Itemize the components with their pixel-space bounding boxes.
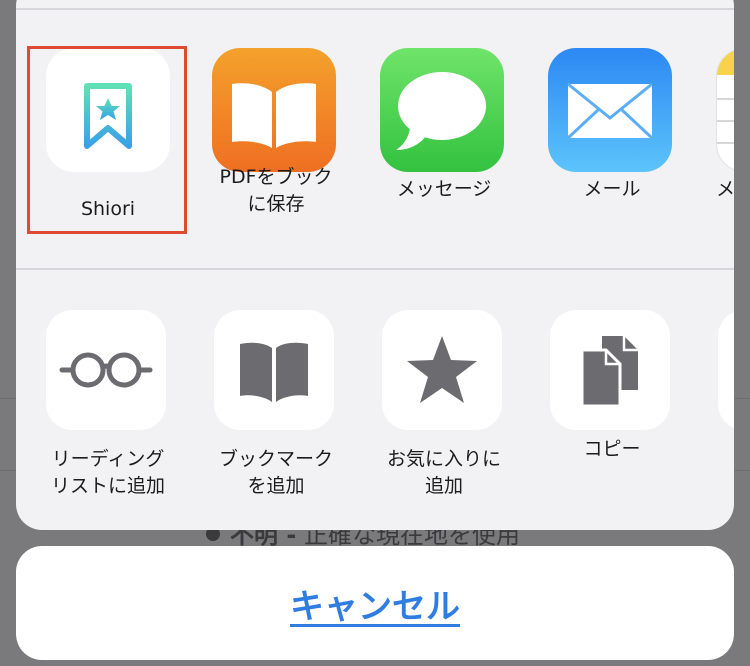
action-label: お気に入りに 追加 bbox=[386, 448, 501, 497]
row-separator bbox=[16, 268, 734, 270]
action-copy[interactable]: コピー bbox=[528, 310, 696, 500]
action-add-favorite[interactable]: お気に入りに 追加 bbox=[360, 310, 528, 500]
app-label: メ bbox=[716, 178, 734, 200]
cancel-button[interactable]: キャンセル bbox=[16, 546, 734, 660]
app-label: PDFをブック に保存 bbox=[219, 166, 333, 215]
action-add-bookmark[interactable]: ブックマーク を追加 bbox=[192, 310, 360, 500]
app-label: メッセージ bbox=[396, 178, 492, 200]
notes-icon bbox=[716, 48, 734, 172]
app-messages[interactable]: メッセージ bbox=[360, 0, 528, 260]
copy-icon bbox=[580, 336, 638, 408]
copy-icon-tile bbox=[550, 310, 670, 430]
book-icon-tile bbox=[214, 310, 334, 430]
action-label: コピー bbox=[583, 438, 641, 460]
messages-icon bbox=[380, 48, 504, 172]
book-icon bbox=[240, 342, 308, 402]
partial-action-tile bbox=[718, 310, 734, 430]
star-icon-tile bbox=[382, 310, 502, 430]
app-mail[interactable]: メール bbox=[528, 0, 696, 260]
cancel-label: キャンセル bbox=[290, 586, 460, 627]
action-label: リーディング リストに追加 bbox=[50, 448, 165, 497]
star-icon bbox=[407, 336, 477, 403]
selection-highlight bbox=[27, 46, 187, 234]
books-icon bbox=[212, 48, 336, 172]
app-label: メール bbox=[583, 178, 641, 200]
mail-icon bbox=[548, 48, 672, 172]
action-reading-list[interactable]: リーディング リストに追加 bbox=[24, 310, 192, 500]
app-pdf-books[interactable]: PDFをブック に保存 bbox=[192, 0, 360, 260]
app-notes[interactable]: メ bbox=[696, 0, 734, 260]
action-partial[interactable] bbox=[696, 310, 734, 500]
glasses-icon bbox=[59, 352, 153, 388]
glasses-icon-tile bbox=[46, 310, 166, 430]
action-label: ブックマーク を追加 bbox=[218, 448, 333, 497]
